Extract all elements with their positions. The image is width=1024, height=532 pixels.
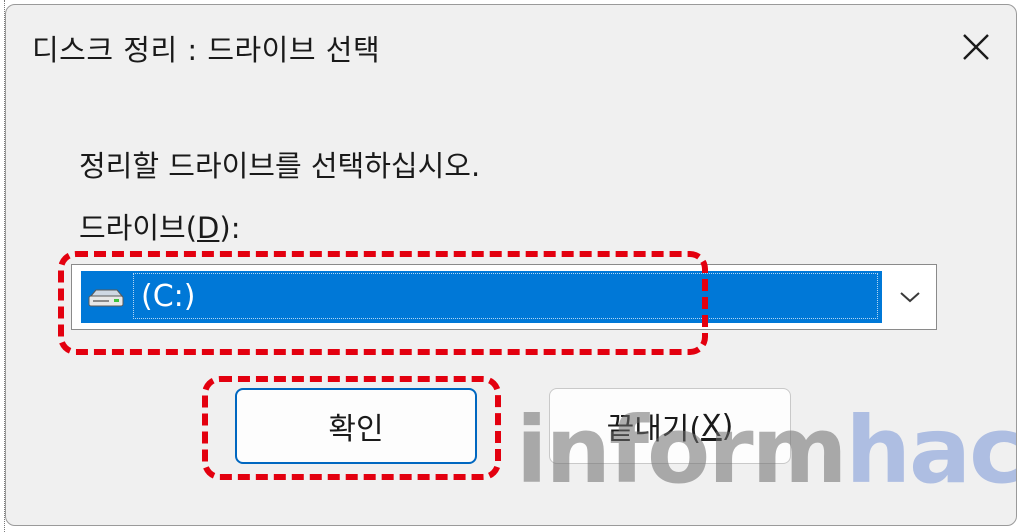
exit-label-suffix: ) xyxy=(721,408,734,444)
dropdown-button[interactable] xyxy=(892,279,928,315)
drive-label-prefix: 드라이브( xyxy=(79,211,198,245)
exit-label-prefix: 끝내기( xyxy=(606,412,702,447)
close-icon xyxy=(963,34,989,60)
exit-button[interactable]: 끝내기(X) xyxy=(549,388,791,464)
exit-label-accelerator: X xyxy=(701,408,722,444)
drive-select-selection: (C:) xyxy=(81,271,882,323)
drive-label-suffix: ): xyxy=(219,211,241,245)
drive-icon xyxy=(88,289,124,307)
drive-select-value: (C:) xyxy=(141,279,196,314)
close-button[interactable] xyxy=(952,23,1000,71)
ok-button[interactable]: 확인 xyxy=(235,388,477,464)
drive-label-accelerator: D xyxy=(197,211,220,245)
disk-cleanup-dialog: 디스크 정리 : 드라이브 선택 정리할 드라이브를 선택하십시오. 드라이브(… xyxy=(5,4,1017,526)
chevron-down-icon xyxy=(900,292,920,303)
instruction-text: 정리할 드라이브를 선택하십시오. xyxy=(79,149,481,183)
drive-select[interactable]: (C:) xyxy=(71,264,937,330)
window-title: 디스크 정리 : 드라이브 선택 xyxy=(32,33,381,67)
watermark-part2: hack xyxy=(845,397,1017,504)
drive-label: 드라이브(D): xyxy=(79,205,240,247)
title-bar: 디스크 정리 : 드라이브 선택 xyxy=(6,5,1016,91)
focus-rectangle xyxy=(133,273,878,319)
